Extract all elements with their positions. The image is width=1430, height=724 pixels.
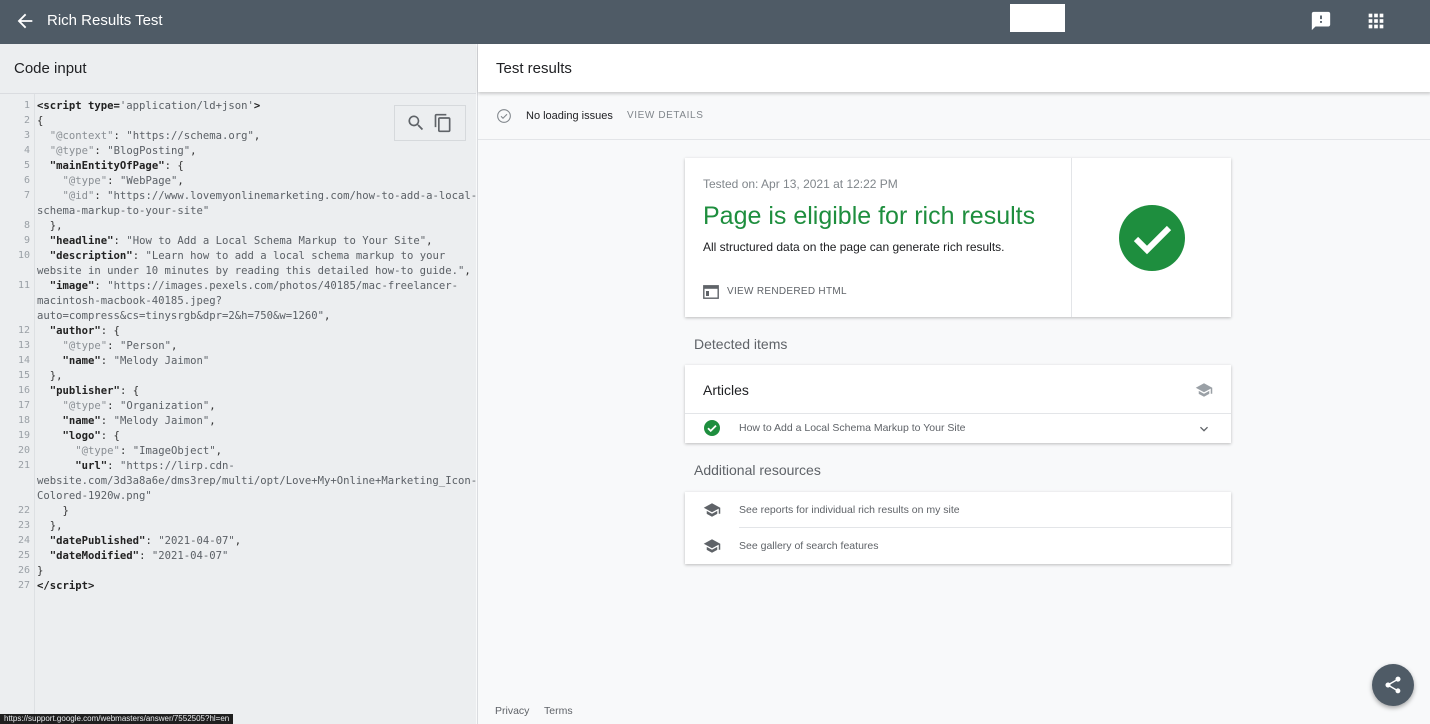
check-circle-outline-icon: [497, 109, 511, 123]
tested-on-text: Tested on: Apr 13, 2021 at 12:22 PM: [703, 177, 898, 191]
article-item-row[interactable]: How to Add a Local Schema Markup to Your…: [685, 413, 1231, 443]
privacy-link[interactable]: Privacy: [495, 705, 529, 717]
card-divider: [1071, 158, 1072, 317]
view-details-link[interactable]: VIEW DETAILS: [627, 110, 703, 121]
resource-gallery-link[interactable]: See gallery of search features: [739, 540, 879, 552]
app-title: Rich Results Test: [47, 12, 163, 29]
success-check-icon: [1119, 205, 1185, 271]
arrow-back-icon[interactable]: [14, 10, 36, 32]
apps-grid-icon[interactable]: [1365, 10, 1387, 32]
code-tools: [394, 105, 466, 141]
share-button[interactable]: [1372, 664, 1414, 706]
resource-row-reports[interactable]: See reports for individual rich results …: [685, 492, 1231, 528]
detected-items-label: Detected items: [694, 336, 788, 352]
copy-icon[interactable]: [433, 113, 453, 133]
code-editor[interactable]: 1 <script type='application/ld+json'> 2{ …: [0, 94, 477, 724]
eligibility-title: Page is eligible for rich results: [703, 202, 1036, 230]
loading-status-bar: No loading issues VIEW DETAILS: [478, 94, 1430, 140]
test-results-header: Test results: [478, 44, 1430, 92]
eligibility-card: Tested on: Apr 13, 2021 at 12:22 PM Page…: [685, 158, 1231, 317]
eligibility-subtitle: All structured data on the page can gene…: [703, 240, 1005, 254]
view-rendered-html-label: VIEW RENDERED HTML: [727, 286, 847, 297]
share-icon: [1385, 676, 1401, 694]
feedback-icon[interactable]: [1310, 10, 1332, 32]
terms-link[interactable]: Terms: [544, 705, 573, 717]
resource-row-gallery[interactable]: See gallery of search features: [685, 528, 1231, 564]
articles-card: Articles How to Add a Local Schema Marku…: [685, 365, 1231, 443]
code-input-panel: Code input 1 <script type='application/ld…: [0, 44, 477, 724]
code-input-header: Code input: [0, 44, 476, 94]
resources-card: See reports for individual rich results …: [685, 492, 1231, 564]
web-page-icon: [703, 285, 719, 299]
articles-title: Articles: [703, 382, 749, 398]
test-results-title: Test results: [496, 60, 572, 77]
code-input-title: Code input: [14, 60, 87, 77]
resource-reports-link[interactable]: See reports for individual rich results …: [739, 504, 960, 516]
school-cap-icon: [703, 539, 721, 553]
article-item-text: How to Add a Local Schema Markup to Your…: [739, 422, 966, 434]
search-icon[interactable]: [406, 113, 426, 133]
browser-status-url: https://support.google.com/webmasters/an…: [0, 714, 234, 724]
blank-box: [1010, 4, 1065, 32]
school-cap-icon: [1195, 383, 1213, 397]
check-circle-icon: [704, 420, 720, 436]
test-results-panel: Test results No loading issues VIEW DETA…: [477, 44, 1430, 724]
additional-resources-label: Additional resources: [694, 462, 821, 478]
school-cap-icon: [703, 503, 721, 517]
loading-status-text: No loading issues: [526, 110, 613, 122]
top-app-bar: Rich Results Test: [0, 0, 1430, 44]
chevron-down-icon[interactable]: [1196, 421, 1212, 437]
